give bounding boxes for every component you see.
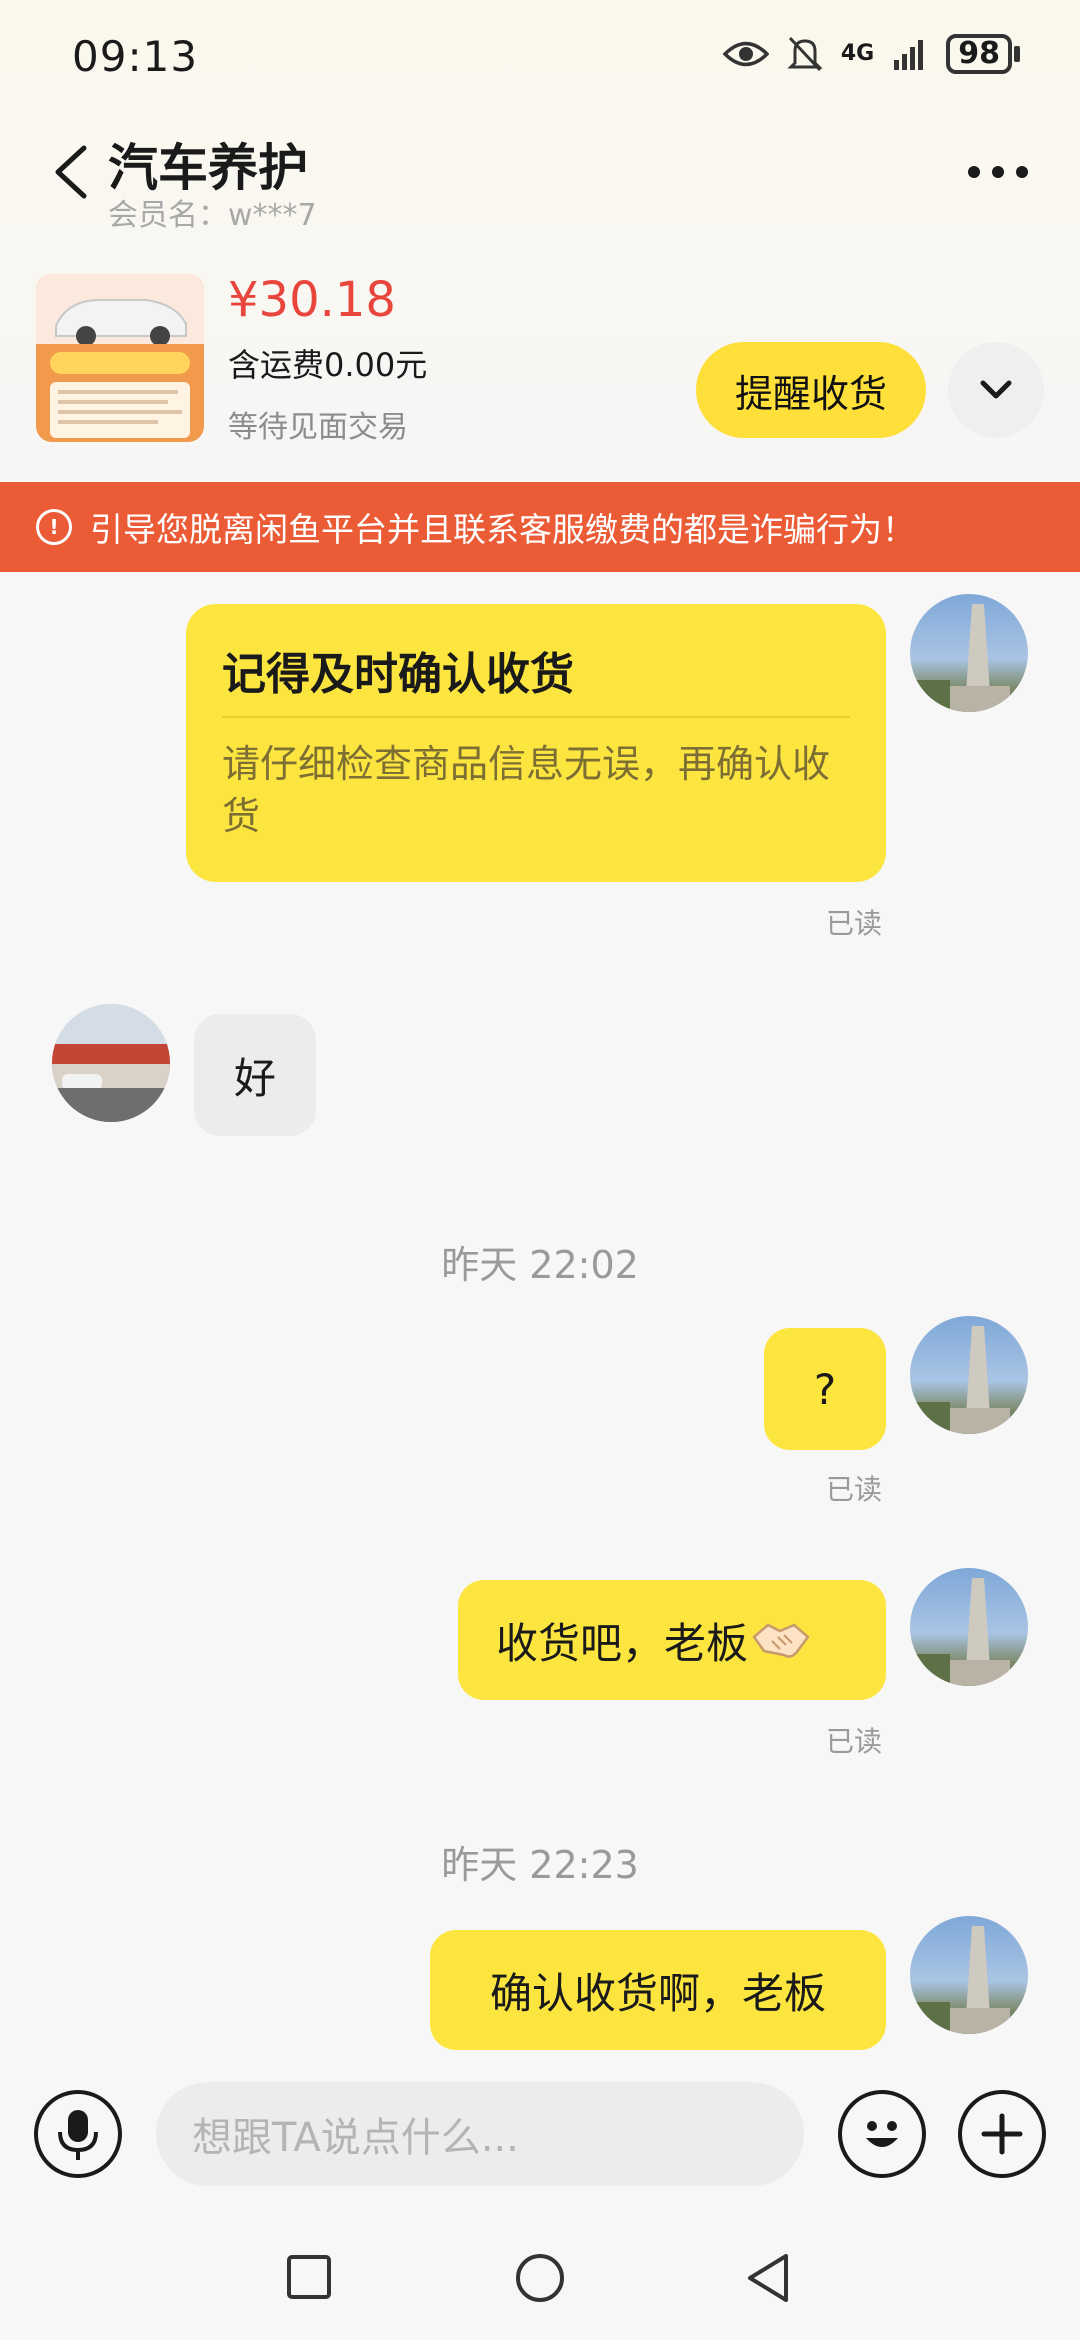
network-type: 4G [840,41,875,66]
plus-icon [981,2113,1023,2155]
message-input[interactable]: 想跟TA说点什么... [156,2082,804,2186]
time-separator: 昨天 22:02 [441,1243,639,1287]
avatar-image [910,1926,1010,2034]
avatar-me[interactable] [910,1316,1028,1434]
read-status: 已读 [826,1725,883,1758]
fraud-warning-text: 引导您脱离闲鱼平台并且联系客服缴费的都是诈骗行为！ [90,510,915,549]
emoji-button[interactable] [838,2090,926,2178]
battery-icon: 98 [946,34,1020,74]
avatar-seller[interactable] [52,1004,170,1122]
remind-receipt-button[interactable]: 提醒收货 [696,342,926,438]
message-row-clip: 确认收货啊，老板 [0,1900,1080,2070]
avatar-image [910,604,1010,712]
chevron-down-icon [980,380,1012,399]
time-separator: 昨天 22:23 [441,1843,639,1887]
product-image [36,274,204,442]
message-bubble[interactable]: ? [764,1328,886,1450]
bell-off-icon [787,36,823,72]
nav-square-icon[interactable] [286,2254,332,2300]
trade-status: 等待见面交易 [228,410,408,445]
avatar-image [910,1326,1010,1434]
confirm-receipt-card[interactable]: 记得及时确认收货 请仔细检查商品信息无误，再确认收货 [186,604,886,882]
member-name: 会员名：w***7 [108,198,317,233]
message-bubble[interactable]: 收货吧，老板 [458,1580,886,1700]
nav-back-icon[interactable] [744,2252,792,2304]
signal-icon [894,40,924,70]
card-title: 记得及时确认收货 [222,649,574,700]
warning-icon: ! [36,509,72,545]
message-bubble[interactable]: 好 [194,1014,316,1136]
more-icon[interactable] [966,162,1030,182]
status-icons: 4G 98 [722,34,1020,74]
status-time: 09:13 [72,32,199,81]
avatar-image [52,1004,170,1122]
avatar-me[interactable] [910,1568,1028,1686]
eye-icon [722,41,769,67]
avatar-me[interactable] [910,1916,1028,2034]
read-status: 已读 [826,1473,883,1506]
handshake-icon [752,1623,810,1658]
avatar-image [910,1578,1010,1686]
card-description: 请仔细检查商品信息无误，再确认收货 [222,742,831,838]
voice-button[interactable] [34,2090,122,2178]
back-icon[interactable] [48,142,92,202]
fraud-warning-bar: ! 引导您脱离闲鱼平台并且联系客服缴费的都是诈骗行为！ [0,482,1080,572]
shipping-fee: 含运费0.00元 [228,346,428,384]
nav-home-icon[interactable] [514,2252,566,2304]
message-bubble[interactable]: 确认收货啊，老板 [430,1930,886,2050]
product-price: ¥30.18 [228,272,396,328]
expand-button[interactable] [948,342,1044,438]
read-status: 已读 [826,907,883,940]
message-text: 收货吧，老板 [496,1618,749,1668]
avatar-me[interactable] [910,594,1028,712]
more-actions-button[interactable] [958,2090,1046,2178]
emoji-icon [866,2121,898,2147]
product-thumbnail[interactable] [36,274,204,442]
mic-icon [58,2110,98,2160]
card-divider [222,716,850,718]
